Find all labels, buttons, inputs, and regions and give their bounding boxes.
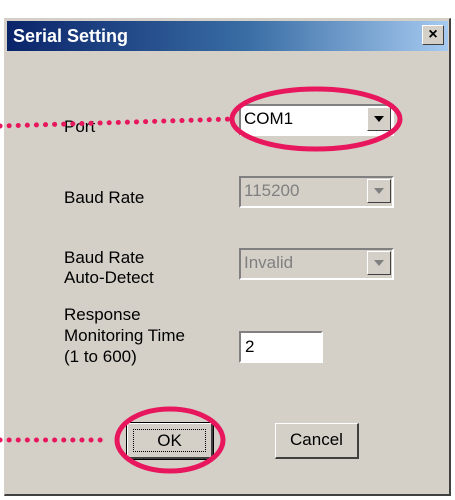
chevron-down-icon (374, 116, 384, 122)
close-icon: × (428, 26, 438, 43)
response-label-line3: (1 to 600) (64, 347, 137, 366)
ok-button[interactable]: OK (126, 422, 214, 460)
port-dropdown-button[interactable] (367, 107, 391, 131)
baud-rate-value: 115200 (244, 181, 300, 200)
ok-button-label: OK (133, 429, 206, 452)
auto-detect-value: Invalid (244, 253, 294, 272)
close-button[interactable]: × (422, 25, 444, 45)
baud-rate-label: Baud Rate (64, 188, 145, 207)
port-value: COM1 (244, 109, 294, 128)
port-combo[interactable]: COM1 (239, 104, 394, 136)
window-title: Serial Setting (13, 26, 129, 46)
cancel-button[interactable]: Cancel (275, 423, 359, 459)
baud-rate-combo: 115200 (239, 176, 394, 208)
port-label: Port (64, 117, 96, 136)
auto-detect-dropdown-button (367, 251, 391, 275)
chevron-down-icon (374, 260, 384, 266)
auto-detect-combo: Invalid (239, 248, 394, 280)
baud-rate-dropdown-button (367, 179, 391, 203)
response-label-line2: Monitoring Time (64, 326, 185, 345)
chevron-down-icon (374, 188, 384, 194)
auto-detect-label-line2: Auto-Detect (64, 268, 154, 287)
response-label-line1: Response (64, 305, 141, 324)
title-bar[interactable]: Serial Setting × (7, 21, 448, 51)
auto-detect-label-line1: Baud Rate (64, 248, 145, 267)
response-time-input[interactable]: 2 (239, 331, 323, 363)
